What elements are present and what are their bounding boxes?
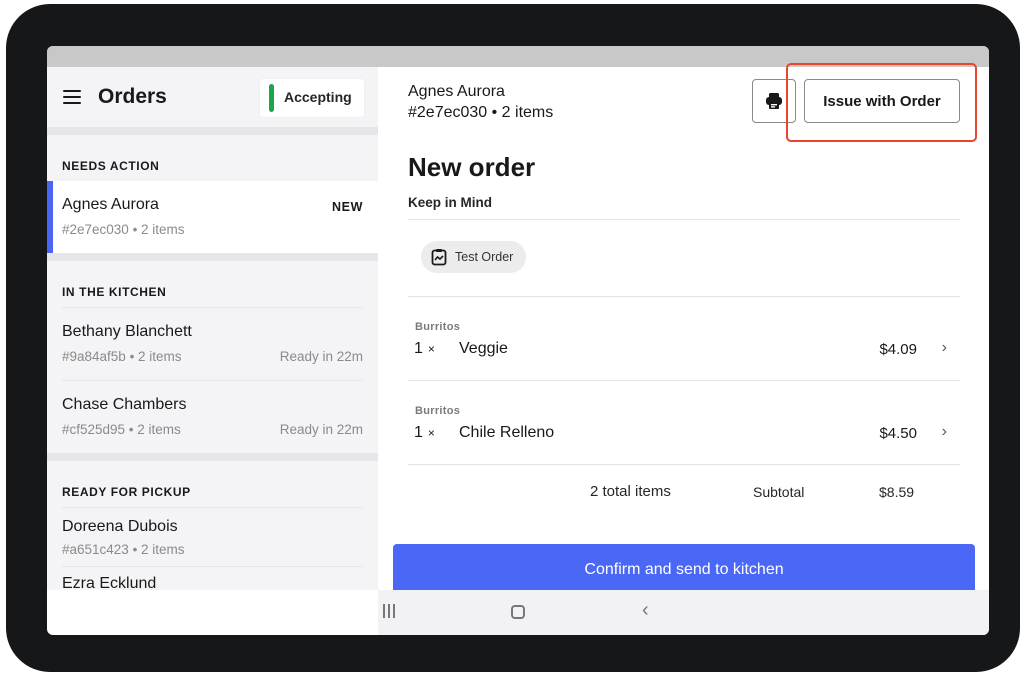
quantity-value: 1 bbox=[414, 340, 423, 357]
divider bbox=[408, 219, 960, 220]
divider bbox=[408, 380, 960, 381]
item-category: Burritos bbox=[415, 321, 461, 333]
section-heading-in-the-kitchen: IN THE KITCHEN bbox=[62, 285, 167, 299]
subtotal-value: $8.59 bbox=[879, 484, 915, 500]
item-quantity: 1 × bbox=[414, 340, 435, 358]
test-order-label: Test Order bbox=[455, 250, 514, 264]
section-separator bbox=[47, 253, 378, 261]
times-symbol: × bbox=[427, 342, 435, 356]
printer-icon bbox=[766, 93, 782, 109]
order-customer-name: Agnes Aurora bbox=[62, 196, 159, 213]
order-customer-name: Chase Chambers bbox=[62, 396, 187, 413]
order-detail-panel: Agnes Aurora #2e7ec030 • 2 items Issue w… bbox=[378, 63, 989, 596]
section-separator bbox=[47, 453, 378, 461]
back-icon[interactable]: ‹ bbox=[642, 599, 649, 622]
divider bbox=[408, 296, 960, 297]
item-price: $4.50 bbox=[879, 425, 917, 442]
screen: Orders Accepting NEEDS ACTION Agnes Auro… bbox=[47, 46, 989, 635]
order-list-item-agnes-aurora[interactable]: Agnes Aurora #2e7ec030 • 2 items NEW bbox=[47, 181, 378, 253]
item-name: Veggie bbox=[459, 340, 508, 357]
detail-order-id-items: #2e7ec030 • 2 items bbox=[408, 104, 554, 121]
sidebar-title: Orders bbox=[98, 85, 167, 108]
section-separator bbox=[47, 127, 378, 135]
recent-apps-icon[interactable] bbox=[383, 604, 395, 618]
confirm-and-send-button[interactable]: Confirm and send to kitchen bbox=[393, 544, 975, 596]
sidebar-header: Orders Accepting bbox=[47, 67, 378, 127]
subtotal-label: Subtotal bbox=[753, 484, 805, 500]
tablet-frame: Orders Accepting NEEDS ACTION Agnes Auro… bbox=[6, 4, 1020, 672]
chevron-right-icon[interactable]: › bbox=[942, 423, 947, 441]
order-customer-name: Ezra Ecklund bbox=[62, 575, 157, 590]
chevron-right-icon[interactable]: › bbox=[942, 339, 947, 357]
order-list-item-ezra-ecklund[interactable]: Ezra Ecklund #cf525d95 • 2 items bbox=[47, 567, 378, 590]
order-customer-name: Bethany Blanchett bbox=[62, 323, 192, 340]
detail-customer-name: Agnes Aurora bbox=[408, 83, 505, 100]
times-symbol: × bbox=[427, 426, 435, 440]
ready-time: Ready in 22m bbox=[279, 422, 363, 437]
new-badge: NEW bbox=[332, 200, 363, 214]
issue-with-order-button[interactable]: Issue with Order bbox=[804, 79, 960, 123]
order-id-items: #2e7ec030 • 2 items bbox=[62, 222, 185, 237]
total-items: 2 total items bbox=[590, 483, 671, 500]
orders-sidebar: Orders Accepting NEEDS ACTION Agnes Auro… bbox=[47, 67, 378, 590]
item-price: $4.09 bbox=[879, 341, 917, 358]
order-totals: 2 total items Subtotal $8.59 bbox=[378, 483, 989, 503]
clipboard-icon bbox=[431, 249, 447, 266]
order-id-items: #9a84af5b • 2 items bbox=[62, 349, 182, 364]
line-item[interactable]: Burritos 1 × Veggie $4.09 › bbox=[408, 321, 960, 381]
ready-time: Ready in 22m bbox=[279, 349, 363, 364]
item-quantity: 1 × bbox=[414, 424, 435, 442]
order-customer-name: Doreena Dubois bbox=[62, 518, 178, 535]
item-name: Chile Relleno bbox=[459, 424, 555, 441]
order-list-item-doreena-dubois[interactable]: Doreena Dubois #a651c423 • 2 items bbox=[47, 508, 378, 566]
item-category: Burritos bbox=[415, 405, 461, 417]
print-button[interactable] bbox=[752, 79, 796, 123]
status-indicator-bar bbox=[269, 84, 274, 112]
section-heading-ready-for-pickup: READY FOR PICKUP bbox=[62, 485, 191, 499]
order-id-items: #a651c423 • 2 items bbox=[62, 542, 185, 557]
line-item[interactable]: Burritos 1 × Chile Relleno $4.50 › bbox=[408, 405, 960, 465]
divider bbox=[408, 464, 960, 465]
section-heading-needs-action: NEEDS ACTION bbox=[62, 159, 160, 173]
accepting-label: Accepting bbox=[284, 89, 352, 105]
accepting-status-toggle[interactable]: Accepting bbox=[260, 79, 364, 117]
order-list-item-bethany-blanchett[interactable]: Bethany Blanchett #9a84af5b • 2 items Re… bbox=[47, 308, 378, 380]
home-icon[interactable] bbox=[511, 605, 525, 619]
keep-in-mind-heading: Keep in Mind bbox=[408, 195, 492, 210]
page-title: New order bbox=[408, 152, 536, 182]
hamburger-menu-icon[interactable] bbox=[63, 90, 81, 104]
system-navigation-bar: ‹ bbox=[378, 590, 989, 635]
status-bar bbox=[47, 46, 989, 67]
test-order-chip: Test Order bbox=[421, 241, 527, 273]
order-list-item-chase-chambers[interactable]: Chase Chambers #cf525d95 • 2 items Ready… bbox=[47, 381, 378, 453]
quantity-value: 1 bbox=[414, 424, 423, 441]
order-id-items: #cf525d95 • 2 items bbox=[62, 422, 181, 437]
